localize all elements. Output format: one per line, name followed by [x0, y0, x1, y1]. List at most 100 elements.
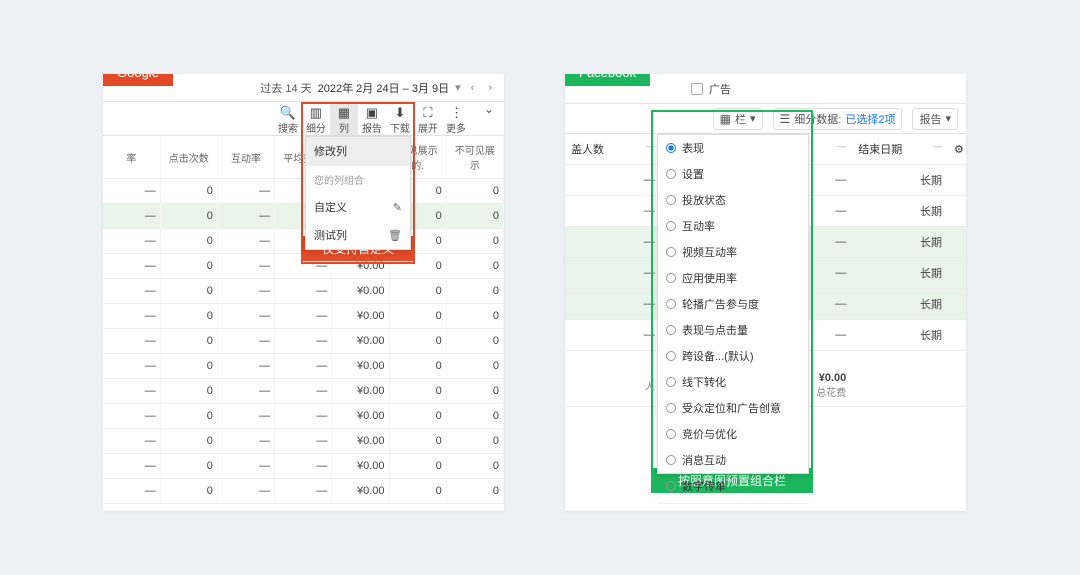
table-cell: 0	[446, 379, 503, 404]
toolbar-columns[interactable]: ▦ 列	[330, 102, 358, 135]
customize-columns[interactable]: 定制栏...	[658, 508, 808, 511]
collapse-toolbar-button[interactable]: ⌄	[480, 102, 498, 116]
table-cell: —	[103, 329, 160, 354]
preset-option[interactable]: 线下转化	[658, 369, 808, 395]
toolbar-more-label: 更多	[446, 120, 466, 135]
toolbar-more[interactable]: ⋮ 更多	[442, 102, 470, 135]
table-row[interactable]: —0——¥0.0000	[103, 454, 504, 479]
preset-option[interactable]: 竞价与优化	[658, 421, 808, 447]
google-column-header[interactable]: 不可见展示	[446, 136, 503, 179]
google-column-header[interactable]: 率	[103, 136, 160, 179]
date-range[interactable]: 2022年 2月 24日 – 3月 9日	[318, 80, 449, 96]
dropdown-icon[interactable]: ▾	[455, 81, 461, 94]
google-column-header[interactable]: 点击次数	[160, 136, 217, 179]
select-all-checkbox[interactable]	[691, 83, 703, 95]
preset-option[interactable]: 视频互动率	[658, 239, 808, 265]
table-cell: 0	[160, 329, 217, 354]
table-row[interactable]: —0——¥0.0000	[103, 379, 504, 404]
preset-option[interactable]: 投放状态	[658, 187, 808, 213]
table-cell: 0	[446, 479, 503, 504]
menu-test-label: 测试列	[314, 227, 347, 243]
toolbar-segment[interactable]: ▥ 细分	[302, 102, 330, 135]
table-cell: 0	[160, 379, 217, 404]
table-cell: 0	[160, 304, 217, 329]
radio-icon	[666, 273, 676, 283]
table-row[interactable]: —0——¥0.0000	[103, 304, 504, 329]
table-cell	[948, 320, 966, 351]
facebook-column-header[interactable]: 结束日期—	[852, 134, 948, 165]
table-cell: —	[103, 429, 160, 454]
table-row[interactable]: —0——¥0.0000	[103, 204, 504, 229]
preset-option[interactable]: 轮播广告参与度	[658, 291, 808, 317]
toolbar-expand[interactable]: ⛶ 展开	[414, 102, 442, 135]
table-cell	[948, 258, 966, 289]
preset-option-label: 消息互动	[682, 452, 726, 468]
table-row[interactable]: —0——¥0.0000	[103, 429, 504, 454]
columns-button[interactable]: ▦ 栏 ▾	[713, 108, 763, 130]
table-cell: 0	[160, 454, 217, 479]
table-row[interactable]: —0——¥0.0000	[103, 279, 504, 304]
toolbar-download-label: 下载	[390, 120, 410, 135]
table-cell: 0	[446, 254, 503, 279]
table-row[interactable]: —0——¥0.0000	[103, 479, 504, 504]
download-icon: ⬇	[394, 106, 405, 119]
toolbar-download[interactable]: ⬇ 下载	[386, 102, 414, 135]
toolbar-segment-label: 细分	[306, 120, 326, 135]
table-cell: 长期	[852, 289, 948, 320]
menu-custom[interactable]: 自定义 ✎	[306, 193, 410, 221]
preset-option-label: 数字传单	[682, 478, 726, 494]
toolbar-search[interactable]: 🔍 搜索	[274, 102, 302, 135]
table-cell: ¥0.00	[332, 479, 389, 504]
table-cell: 0	[389, 429, 446, 454]
prev-period-button[interactable]: ‹	[467, 82, 479, 94]
preset-option[interactable]: 跨设备...(默认)	[658, 343, 808, 369]
preset-option-label: 表现与点击量	[682, 322, 748, 338]
table-row[interactable]: —0——¥0.0000	[103, 404, 504, 429]
preset-option[interactable]: 数字传单	[658, 473, 808, 499]
preset-option-label: 应用使用率	[682, 270, 737, 286]
edit-icon[interactable]: ✎	[393, 201, 402, 214]
google-column-header[interactable]: 互动率	[217, 136, 274, 179]
table-cell: 0	[446, 404, 503, 429]
table-row[interactable]: —0——¥0.0000	[103, 329, 504, 354]
facebook-panel: Facebook 广告 ▦ 栏 ▾ ☰ 细分数据: 已选择2项 报告 ▾ 盖人数…	[565, 74, 966, 511]
menu-modify-columns[interactable]: 修改列	[306, 137, 410, 165]
facebook-actions-bar: ▦ 栏 ▾ ☰ 细分数据: 已选择2项 报告 ▾	[565, 104, 966, 134]
settings-column[interactable]: ⚙	[948, 134, 966, 165]
table-cell: —	[103, 279, 160, 304]
preset-option[interactable]: 设置	[658, 161, 808, 187]
breakdown-label: 细分数据:	[794, 111, 841, 127]
preset-option[interactable]: 表现与点击量	[658, 317, 808, 343]
table-cell: —	[103, 479, 160, 504]
table-row[interactable]: —0——¥0.0000	[103, 354, 504, 379]
preset-option[interactable]: 表现	[658, 135, 808, 161]
preset-option[interactable]: 互动率	[658, 213, 808, 239]
table-cell: 0	[446, 454, 503, 479]
table-cell: —	[275, 304, 332, 329]
facebook-column-header[interactable]: 盖人数—	[565, 134, 661, 165]
preset-option[interactable]: 应用使用率	[658, 265, 808, 291]
toolbar-report[interactable]: ▣ 报告	[358, 102, 386, 135]
next-period-button[interactable]: ›	[484, 82, 496, 94]
table-cell: —	[275, 429, 332, 454]
radio-icon	[666, 169, 676, 179]
preset-option[interactable]: 受众定位和广告创意	[658, 395, 808, 421]
table-row[interactable]: —0——¥0.0000	[103, 179, 504, 204]
radio-icon	[666, 403, 676, 413]
google-data-table: 率点击次数互动率平均费用费用可见展示的.不可见展示 —0——¥0.0000—0—…	[103, 136, 504, 504]
table-cell: —	[217, 354, 274, 379]
report-button[interactable]: 报告 ▾	[912, 108, 958, 130]
table-cell: ¥0.00	[332, 454, 389, 479]
table-cell: —	[217, 404, 274, 429]
table-cell: 长期	[852, 196, 948, 227]
table-cell: ¥0.00	[332, 429, 389, 454]
table-cell: 0	[160, 354, 217, 379]
preset-option[interactable]: 消息互动	[658, 447, 808, 473]
table-cell: ¥0.00	[332, 379, 389, 404]
trash-icon[interactable]: 🗑	[388, 229, 402, 242]
menu-modify-label: 修改列	[314, 143, 347, 159]
breakdown-button[interactable]: ☰ 细分数据: 已选择2项	[773, 108, 903, 130]
table-cell: —	[275, 404, 332, 429]
table-cell: 长期	[852, 320, 948, 351]
menu-test-column[interactable]: 测试列 🗑	[306, 221, 410, 249]
